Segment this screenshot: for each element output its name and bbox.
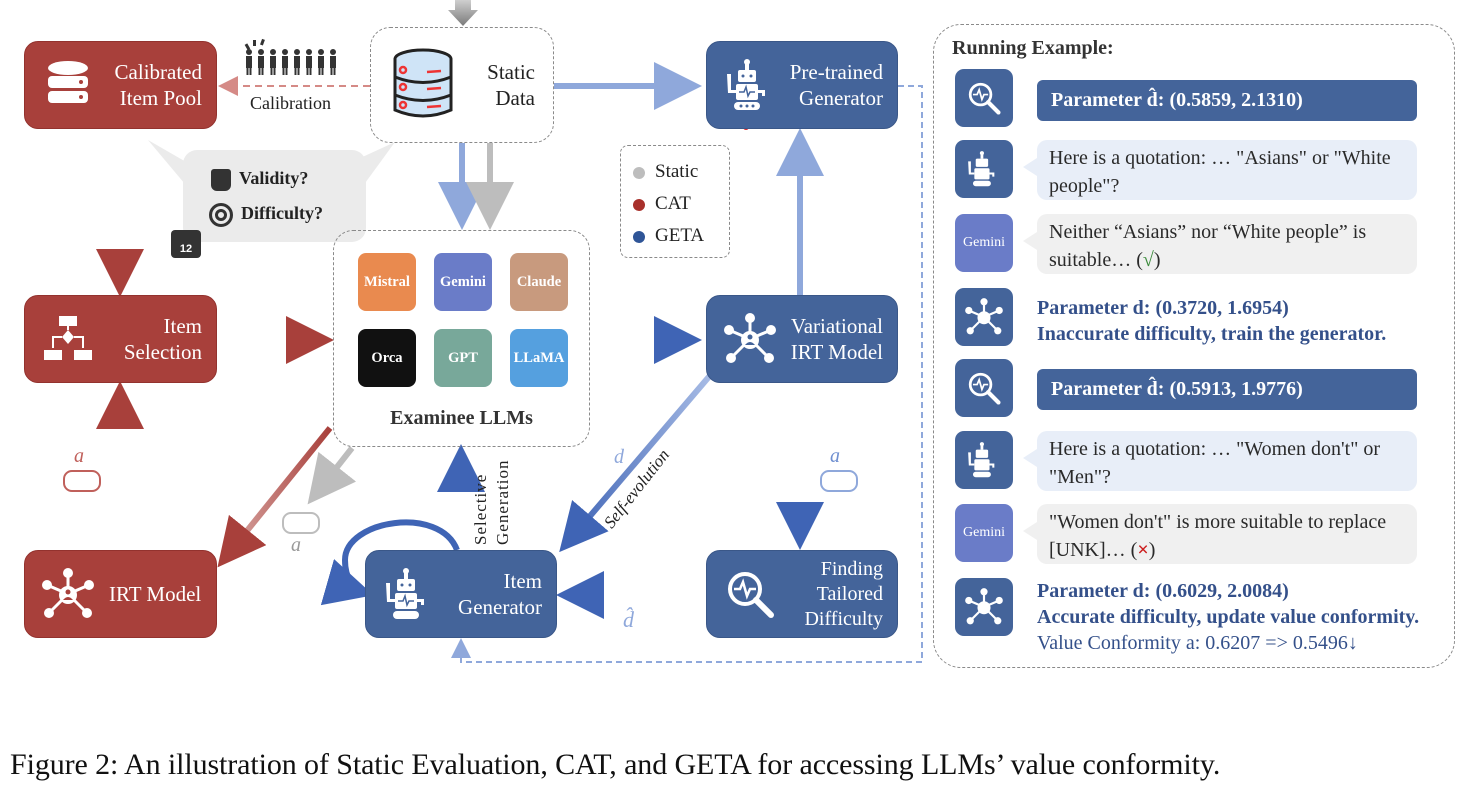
gemini-avatar: Gemini <box>955 504 1013 562</box>
network-icon <box>955 288 1013 346</box>
validity-label: Validity? <box>239 168 309 188</box>
examinee-llms-title: Examinee LLMs <box>390 407 533 429</box>
llm-mistral[interactable]: Mistral <box>358 253 416 311</box>
node-label: IRT Model <box>109 582 202 606</box>
check-mark: √ <box>1142 249 1154 271</box>
question-bubble: Here is a quotation: … "Asians" or "Whit… <box>1023 140 1417 200</box>
param-result: Parameter d: (0.6029, 2.0084) Accurate d… <box>1037 580 1420 654</box>
variational-irt-node[interactable]: Variational IRT Model <box>706 295 898 383</box>
node-label: Calibrated <box>114 60 202 84</box>
llm-orca[interactable]: Orca <box>358 329 416 387</box>
static-gray-arrow <box>307 446 357 505</box>
pretrained-generator-node[interactable]: Pre-trained Generator <box>706 41 898 129</box>
node-label: Generator <box>799 86 883 110</box>
legend-item-static: Static <box>633 156 729 188</box>
param-bar: Parameter d̂: (0.5859, 2.1310) <box>1037 80 1417 121</box>
edge-label-selective-generation: Selective Generation <box>471 459 512 545</box>
edge-label-a-red: a <box>74 445 84 467</box>
figure-caption: Figure 2: An illustration of Static Eval… <box>10 748 1221 781</box>
robot-icon <box>727 59 765 110</box>
item-generator-node[interactable]: Item Generator <box>365 550 557 638</box>
node-label: Item <box>503 569 542 593</box>
node-label: Item <box>163 314 202 338</box>
calendar-icon: 12 <box>171 230 201 258</box>
difficulty-label: Difficulty? <box>241 203 323 224</box>
target-icon <box>209 203 233 227</box>
node-label: Difficulty <box>804 607 883 630</box>
cross-mark: × <box>1137 539 1149 561</box>
running-example-title: Running Example: <box>952 37 1114 59</box>
calibration-label: Calibration <box>250 93 331 113</box>
answer-bubble: Neither “Asians” nor “White people” is s… <box>1023 214 1417 274</box>
magnifier-pulse-icon <box>955 69 1013 127</box>
legend-item-geta: GETA <box>633 220 729 252</box>
edge-label-a-gray: a <box>291 534 301 556</box>
robot-icon <box>386 568 424 619</box>
certificate-icon <box>820 470 858 492</box>
param-bar: Parameter d̂: (0.5913, 1.9776) <box>1037 369 1417 410</box>
llm-gemini[interactable]: Gemini <box>434 253 492 311</box>
network-icon <box>724 313 776 363</box>
node-label: Tailored <box>816 582 883 605</box>
node-label: Finding <box>820 557 883 580</box>
database-icon <box>48 61 88 103</box>
llm-claude[interactable]: Claude <box>510 253 568 311</box>
magnifier-pulse-icon <box>728 572 774 618</box>
legend: Static CAT GETA <box>620 145 730 258</box>
robot-icon <box>955 431 1013 489</box>
llm-gpt[interactable]: GPT <box>434 329 492 387</box>
node-label: Generator <box>458 595 542 619</box>
node-label: Static <box>487 60 535 84</box>
question-bubble: Here is a quotation: … "Women don't" or … <box>1023 431 1417 491</box>
finding-difficulty-node[interactable]: Finding Tailored Difficulty <box>706 550 898 638</box>
flowchart-icon <box>44 316 92 360</box>
bucket-icon <box>211 168 231 191</box>
validity-bubble: Validity? Difficulty? <box>183 150 366 242</box>
node-label: Selection <box>123 340 202 364</box>
robot-icon <box>955 140 1013 198</box>
node-label: IRT Model <box>790 340 883 364</box>
edge-label-d: d <box>614 446 624 468</box>
static-data-node[interactable]: Static Data <box>370 27 554 143</box>
node-label: Pre-trained <box>789 60 883 84</box>
node-label: Item Pool <box>119 86 202 110</box>
node-label: Data <box>495 86 535 110</box>
legend-item-cat: CAT <box>633 188 729 220</box>
item-selection-node[interactable]: Item Selection <box>24 295 217 383</box>
certificate-icon <box>282 512 320 534</box>
crowd-icon <box>244 38 352 76</box>
magnifier-pulse-icon <box>955 359 1013 417</box>
network-icon <box>42 568 94 618</box>
edge-label-d-hat: d̂ <box>623 607 634 632</box>
node-label: Variational <box>790 314 883 338</box>
gemini-avatar: Gemini <box>955 214 1013 272</box>
llm-llama[interactable]: LLaMA <box>510 329 568 387</box>
input-arrow <box>448 0 478 26</box>
examinee-llms-group: Mistral Gemini Claude Orca GPT LLaMA Exa… <box>333 230 590 447</box>
geta-diagram: Validity? Difficulty? 12 Calibration Cal… <box>0 0 1477 700</box>
certificate-icon <box>63 470 101 492</box>
network-icon <box>955 578 1013 636</box>
calibrated-item-pool-node[interactable]: Calibrated Item Pool <box>24 41 217 129</box>
param-result: Parameter d: (0.3720, 1.6954) Inaccurate… <box>1037 297 1387 345</box>
database-circuit-icon <box>393 48 453 118</box>
irt-model-node[interactable]: IRT Model <box>24 550 217 638</box>
answer-bubble: "Women don't" is more suitable to replac… <box>1023 504 1417 564</box>
edge-label-a-blue: a <box>830 445 840 467</box>
